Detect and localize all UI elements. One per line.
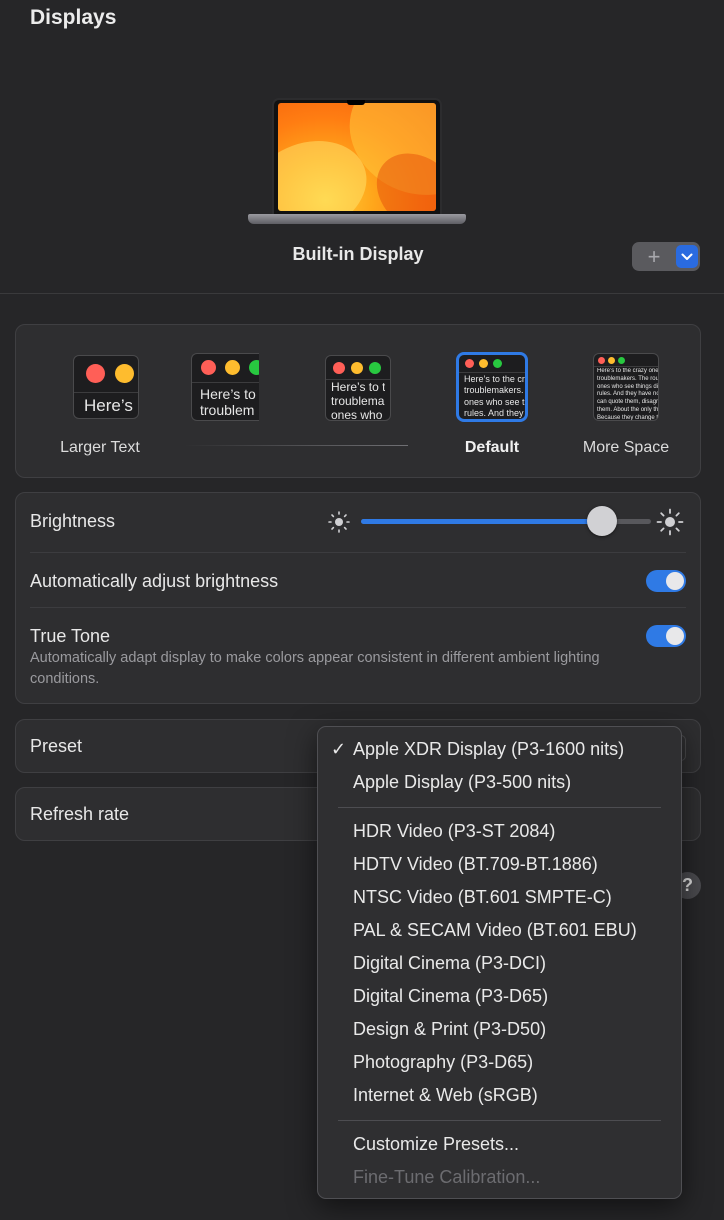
laptop-lid bbox=[272, 98, 442, 216]
sun-bright-icon bbox=[656, 508, 684, 541]
true-tone-toggle[interactable] bbox=[646, 625, 686, 647]
menu-item-ntsc-video[interactable]: NTSC Video (BT.601 SMPTE-C) bbox=[353, 887, 612, 908]
menu-item-apple-xdr[interactable]: Apple XDR Display (P3-1600 nits) bbox=[353, 739, 624, 760]
resolution-scale-line bbox=[184, 445, 408, 446]
add-display-button[interactable]: + bbox=[632, 242, 700, 271]
wallpaper-image bbox=[278, 103, 436, 211]
brightness-label: Brightness bbox=[30, 511, 116, 531]
resolution-option-3[interactable]: Here’s to t troublema ones who bbox=[312, 325, 422, 479]
chevron-down-icon[interactable] bbox=[676, 245, 698, 268]
resolution-preview-thumbnail: Here’s to t troublema ones who bbox=[325, 355, 391, 421]
menu-item-fine-tune-calibration: Fine-Tune Calibration... bbox=[353, 1167, 541, 1187]
true-tone-label: True Tone bbox=[30, 626, 111, 646]
resolution-panel: Here’s Larger Text Here’s to troublem He… bbox=[15, 324, 701, 478]
divider bbox=[30, 607, 686, 608]
resolution-option-larger-text[interactable]: Here’s Larger Text bbox=[30, 325, 170, 479]
menu-item-design-print[interactable]: Design & Print (P3-D50) bbox=[353, 1019, 546, 1040]
menu-separator bbox=[338, 1120, 661, 1121]
sun-dim-icon bbox=[327, 510, 351, 539]
resolution-label: More Space bbox=[582, 439, 670, 456]
resolution-preview-thumbnail: Here’s bbox=[73, 355, 139, 419]
preset-label: Preset bbox=[30, 736, 83, 756]
resolution-option-2[interactable]: Here’s to troublem bbox=[176, 325, 286, 479]
divider bbox=[30, 552, 686, 553]
menu-item-customize-presets[interactable]: Customize Presets... bbox=[353, 1134, 519, 1155]
menu-item-digital-cinema-d65[interactable]: Digital Cinema (P3-D65) bbox=[353, 986, 548, 1007]
menu-item-hdr-video[interactable]: HDR Video (P3-ST 2084) bbox=[353, 821, 555, 842]
menu-item-apple-display[interactable]: Apple Display (P3-500 nits) bbox=[353, 772, 571, 793]
menu-item-internet-web[interactable]: Internet & Web (sRGB) bbox=[353, 1085, 538, 1106]
resolution-preview-thumbnail: Here’s to troublem bbox=[191, 353, 259, 421]
page-title: Displays bbox=[30, 6, 117, 29]
brightness-panel: Brightness Automatically adjust brightne… bbox=[15, 492, 701, 704]
auto-brightness-label: Automatically adjust brightness bbox=[30, 571, 279, 591]
menu-item-pal-secam-video[interactable]: PAL & SECAM Video (BT.601 EBU) bbox=[353, 920, 637, 941]
brightness-slider-fill bbox=[361, 519, 602, 524]
menu-item-hdtv-video[interactable]: HDTV Video (BT.709-BT.1886) bbox=[353, 854, 598, 875]
true-tone-description: Automatically adapt display to make colo… bbox=[30, 650, 600, 687]
menu-item-digital-cinema-dci[interactable]: Digital Cinema (P3-DCI) bbox=[353, 953, 546, 974]
preset-dropdown-menu: ✓ Apple XDR Display (P3-1600 nits) Apple… bbox=[317, 726, 682, 1199]
menu-separator bbox=[338, 807, 661, 808]
plus-icon[interactable]: + bbox=[632, 242, 676, 271]
auto-brightness-toggle[interactable] bbox=[646, 570, 686, 592]
brightness-slider[interactable] bbox=[361, 506, 651, 536]
laptop-display-image[interactable] bbox=[248, 98, 466, 228]
resolution-label: Default bbox=[464, 439, 520, 456]
resolution-preview-thumbnail-selected: Here’s to the cr troublemakers. ones who… bbox=[456, 352, 528, 422]
resolution-preview-thumbnail: Here’s to the crazy one troublemakers. T… bbox=[593, 353, 659, 421]
resolution-option-default[interactable]: Here’s to the cr troublemakers. ones who… bbox=[422, 325, 562, 479]
display-name-label: Built-in Display bbox=[292, 244, 424, 264]
menu-item-photography[interactable]: Photography (P3-D65) bbox=[353, 1052, 533, 1073]
checkmark-icon: ✓ bbox=[331, 739, 347, 759]
refresh-rate-label: Refresh rate bbox=[30, 804, 130, 824]
camera-notch bbox=[347, 100, 365, 105]
resolution-label: Larger Text bbox=[60, 439, 140, 456]
display-header-area: Displays Built-in Display + bbox=[0, 0, 724, 294]
laptop-base bbox=[248, 214, 466, 224]
resolution-option-more-space[interactable]: Here’s to the crazy one troublemakers. T… bbox=[556, 325, 696, 479]
brightness-slider-knob[interactable] bbox=[586, 506, 617, 536]
